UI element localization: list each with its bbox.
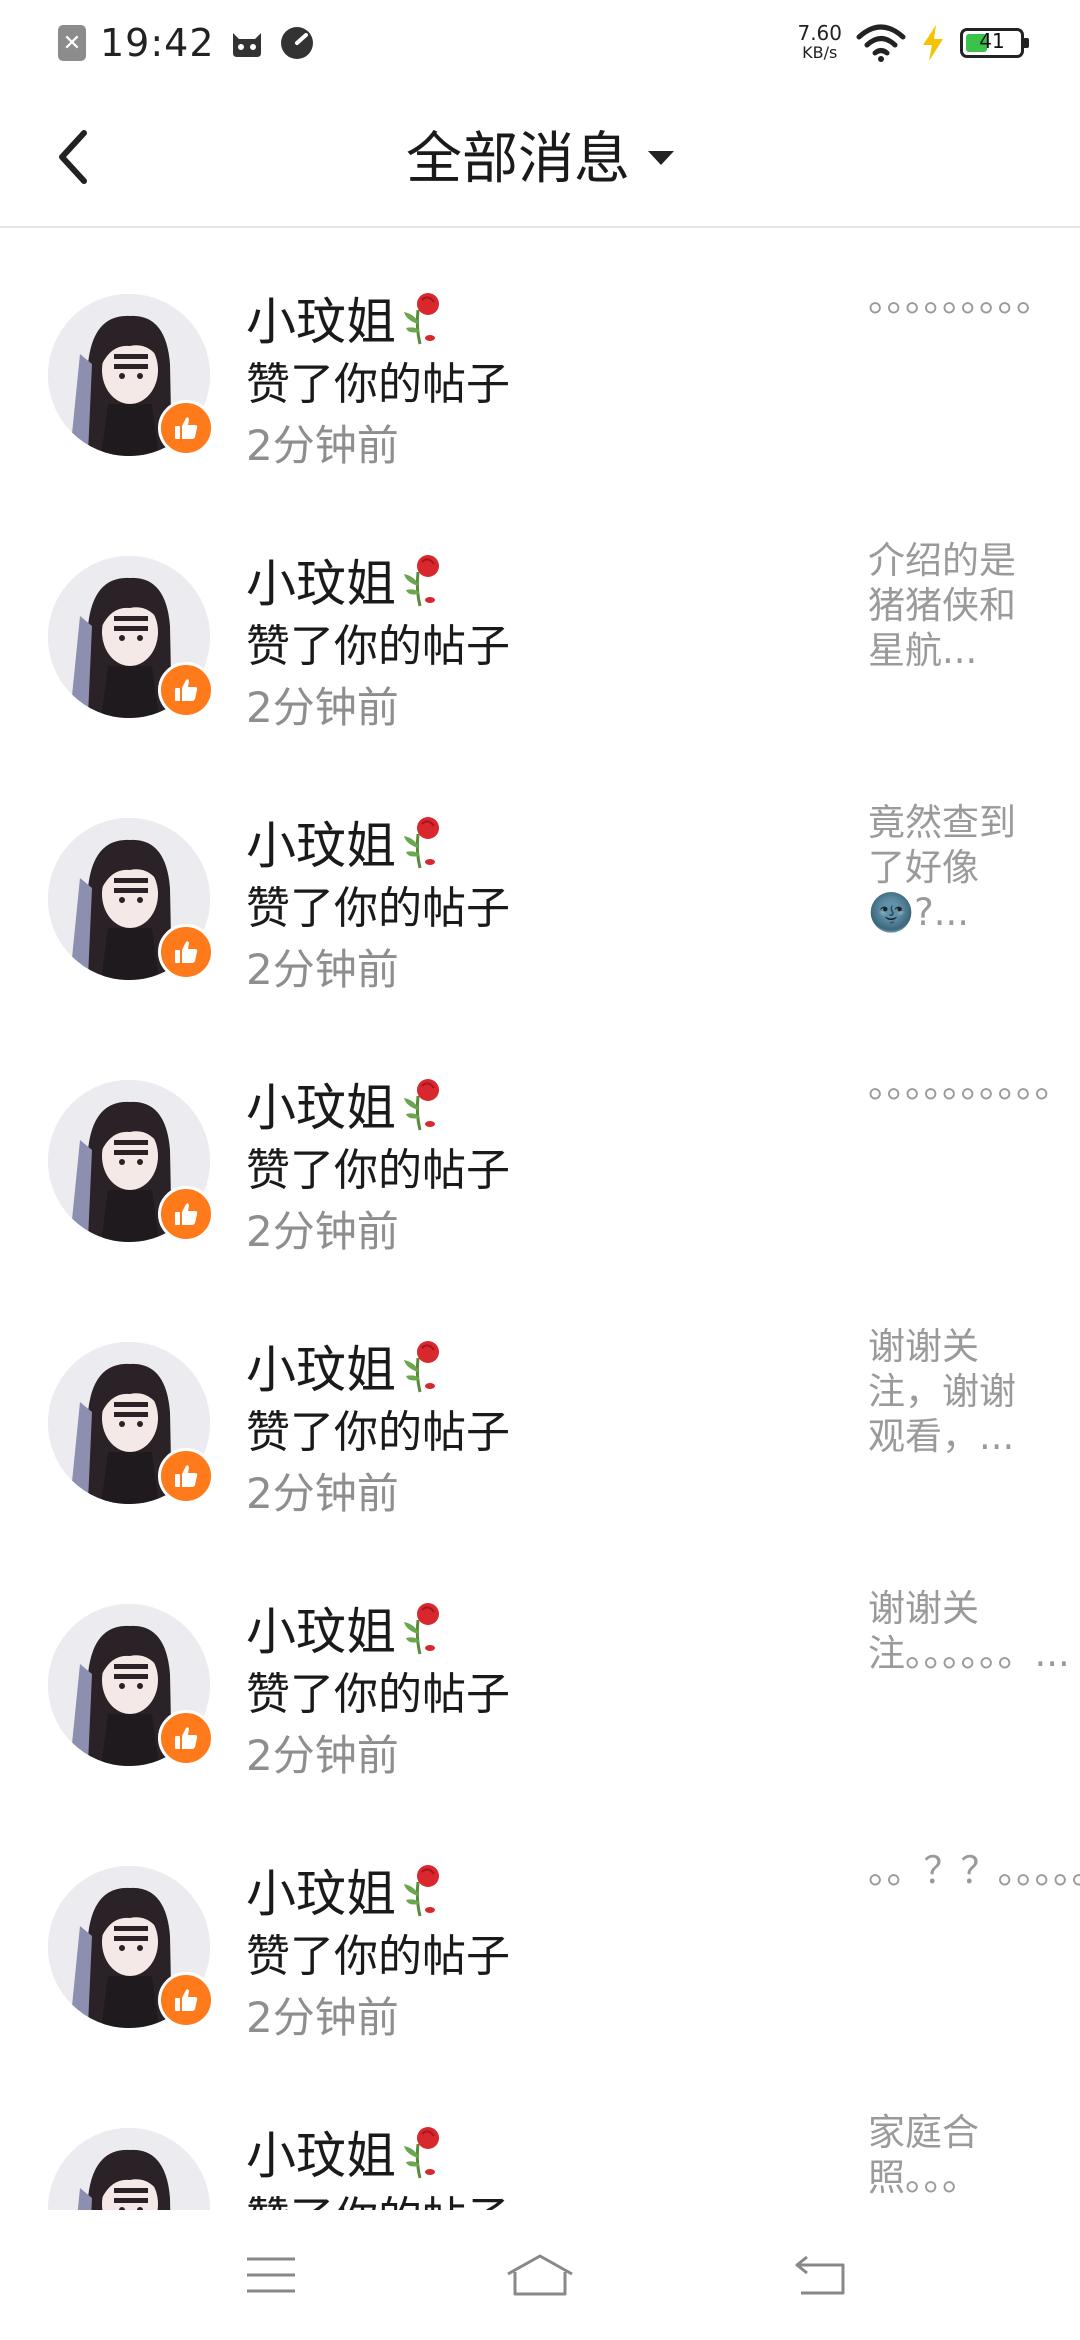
timestamp: 2分钟前 (246, 1207, 399, 1256)
header: 全部消息 (0, 84, 1080, 228)
post-preview[interactable]: 家庭合照。。。 (868, 2110, 1038, 2200)
message-item[interactable]: 小玟姐 赞了你的帖子 2分钟前 。。。。。。。。。。 (0, 1014, 1080, 1276)
page-title: 全部消息 (406, 126, 630, 192)
sender-name[interactable]: 小玟姐 (246, 2116, 396, 2188)
like-badge (158, 1186, 214, 1242)
message-item[interactable]: 小玟姐 赞了你的帖子 2分钟前 谢谢关注，谢谢观看，... (0, 1276, 1080, 1538)
rose-icon (404, 1341, 439, 1393)
nav-home-button[interactable] (505, 2240, 575, 2310)
action-text: 赞了你的帖子 (246, 621, 510, 672)
name-row: 小玟姐 (246, 2116, 444, 2188)
return-icon (795, 2255, 845, 2295)
cat-notification-icon (232, 33, 261, 57)
action-text: 赞了你的帖子 (246, 1407, 510, 1458)
thumbs-up-icon (175, 941, 198, 963)
like-badge (158, 400, 214, 456)
rose-icon (404, 1865, 439, 1917)
net-speed-value: 7.60 (797, 21, 842, 45)
post-preview[interactable]: 。。？？。。。。。。... (868, 1848, 1080, 1893)
thumbs-up-icon (175, 1465, 198, 1487)
like-badge (158, 924, 214, 980)
name-row: 小玟姐 (246, 1854, 444, 1926)
sender-name[interactable]: 小玟姐 (246, 806, 396, 878)
name-row: 小玟姐 (246, 1068, 444, 1140)
action-text: 赞了你的帖子 (246, 2182, 510, 2210)
like-badge (158, 1710, 214, 1766)
name-row: 小玟姐 (246, 1330, 444, 1402)
battery-level: 41 (979, 29, 1005, 53)
sender-name[interactable]: 小玟姐 (246, 282, 396, 354)
menu-icon (247, 2257, 295, 2293)
no-sim-icon: ✕ (58, 25, 86, 61)
timestamp: 2分钟前 (246, 1731, 399, 1780)
rose-icon (404, 1603, 439, 1655)
message-item[interactable]: 小玟姐 赞了你的帖子 2分钟前 。。。。。。。。。 (0, 228, 1080, 490)
action-text: 赞了你的帖子 (246, 1669, 510, 1720)
status-bar-left: ✕ 19:42 (58, 20, 315, 66)
caret-down-icon (648, 151, 674, 165)
status-bar-right: 7.60 KB/s 41 (797, 18, 1029, 68)
timestamp: 2分钟前 (246, 683, 399, 732)
system-nav-bar (0, 2210, 1080, 2340)
message-item[interactable]: 小玟姐 赞了你的帖子 2分钟前 家庭合照。。。 (0, 2062, 1080, 2210)
status-time: 19:42 (100, 21, 215, 65)
message-item[interactable]: 小玟姐 赞了你的帖子 2分钟前 谢谢关注。。。。。。... (0, 1538, 1080, 1800)
rose-icon (404, 293, 439, 345)
thumbs-up-icon (175, 1989, 198, 2011)
thumbs-up-icon (175, 679, 198, 701)
message-item[interactable]: 小玟姐 赞了你的帖子 2分钟前 。。？？。。。。。。... (0, 1800, 1080, 2062)
title-dropdown[interactable]: 全部消息 (0, 114, 1080, 194)
rose-icon (404, 817, 439, 869)
nav-back-button[interactable] (786, 2240, 856, 2310)
nav-menu-button[interactable] (236, 2240, 306, 2310)
home-icon (507, 2254, 573, 2296)
sender-name[interactable]: 小玟姐 (246, 1068, 396, 1140)
thumbs-up-icon (175, 1203, 198, 1225)
thumbs-up-icon (175, 417, 198, 439)
name-row: 小玟姐 (246, 1592, 444, 1664)
sender-name[interactable]: 小玟姐 (246, 1592, 396, 1664)
timestamp: 2分钟前 (246, 945, 399, 994)
name-row: 小玟姐 (246, 544, 444, 616)
wifi-icon (856, 24, 906, 62)
sender-name[interactable]: 小玟姐 (246, 544, 396, 616)
post-preview[interactable]: 竟然查到了好像🌚?... (868, 800, 1038, 935)
battery-icon: 41 (960, 28, 1029, 58)
rose-icon (404, 1079, 439, 1131)
name-row: 小玟姐 (246, 282, 444, 354)
action-text: 赞了你的帖子 (246, 1145, 510, 1196)
action-text: 赞了你的帖子 (246, 883, 510, 934)
post-preview[interactable]: 谢谢关注，谢谢观看，... (868, 1324, 1038, 1459)
message-item[interactable]: 小玟姐 赞了你的帖子 2分钟前 介绍的是猪猪侠和星航... (0, 490, 1080, 752)
action-text: 赞了你的帖子 (246, 1931, 510, 1982)
post-preview[interactable]: 。。。。。。。。。。 (868, 1062, 1072, 1107)
net-speed: 7.60 KB/s (797, 23, 842, 63)
like-badge (158, 1972, 214, 2028)
avatar-illustration (48, 2128, 210, 2210)
like-badge (158, 662, 214, 718)
sender-name[interactable]: 小玟姐 (246, 1330, 396, 1402)
thumbs-up-icon (175, 1727, 198, 1749)
timestamp: 2分钟前 (246, 1993, 399, 2042)
name-row: 小玟姐 (246, 806, 444, 878)
like-badge (158, 1448, 214, 1504)
net-speed-unit: KB/s (802, 43, 838, 62)
speedometer-icon (280, 27, 313, 59)
post-preview[interactable]: 介绍的是猪猪侠和星航... (868, 538, 1038, 673)
message-item[interactable]: 小玟姐 赞了你的帖子 2分钟前 竟然查到了好像🌚?... (0, 752, 1080, 1014)
sender-name[interactable]: 小玟姐 (246, 1854, 396, 1926)
action-text: 赞了你的帖子 (246, 359, 510, 410)
post-preview[interactable]: 。。。。。。。。。 (868, 276, 1053, 321)
timestamp: 2分钟前 (246, 1469, 399, 1518)
rose-icon (404, 2127, 439, 2179)
rose-icon (404, 555, 439, 607)
message-list[interactable]: 小玟姐 赞了你的帖子 2分钟前 。。。。。。。。。 小玟姐 赞了你的帖子 2分钟… (0, 228, 1080, 2210)
post-preview[interactable]: 谢谢关注。。。。。。... (868, 1586, 1070, 1676)
avatar[interactable] (48, 2128, 210, 2210)
charging-bolt-icon (923, 25, 943, 61)
status-bar: ✕ 19:42 7.60 KB/s 41 (0, 0, 1080, 84)
timestamp: 2分钟前 (246, 421, 399, 470)
